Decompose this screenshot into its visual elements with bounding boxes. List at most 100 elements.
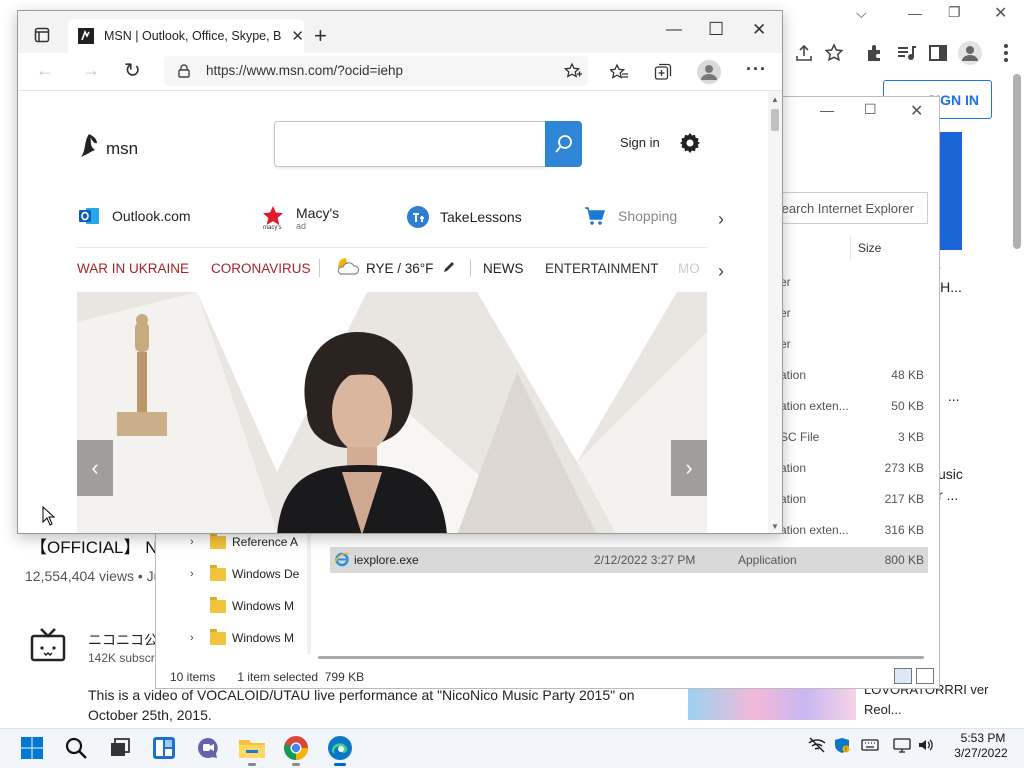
size-column-header[interactable]: Size bbox=[858, 241, 881, 255]
hero-prev-button[interactable]: ‹ bbox=[77, 440, 113, 496]
gear-icon[interactable] bbox=[678, 131, 702, 155]
add-favorite-icon[interactable] bbox=[564, 62, 582, 80]
niconico-channel-avatar[interactable] bbox=[28, 626, 68, 666]
explorer-search-input[interactable]: Search Internet Explorer bbox=[762, 192, 928, 224]
security-shield-icon[interactable]: ! bbox=[833, 737, 851, 753]
large-icons-view-icon[interactable] bbox=[916, 668, 934, 684]
address-bar[interactable]: https://www.msn.com/?ocid=iehp bbox=[164, 56, 588, 86]
nav-entertainment[interactable]: ENTERTAINMENT bbox=[545, 261, 659, 276]
forward-icon[interactable]: → bbox=[82, 60, 100, 81]
nav-coronavirus[interactable]: CORONAVIRUS bbox=[211, 261, 311, 276]
scroll-down-icon[interactable]: ▼ bbox=[771, 522, 779, 531]
status-bar: 10 items 1 item selected 799 KB bbox=[170, 670, 364, 684]
chevron-down-icon[interactable]: ⌵ bbox=[856, 5, 867, 22]
volume-icon[interactable] bbox=[917, 737, 935, 753]
nav-war-in-ukraine[interactable]: WAR IN UKRAINE bbox=[77, 261, 189, 276]
side-panel-icon[interactable] bbox=[927, 42, 949, 64]
chevron-right-icon[interactable]: › bbox=[718, 209, 724, 230]
edge-browser-window: MSN | Outlook, Office, Skype, Bin ✕ + — … bbox=[17, 10, 783, 534]
page-scrollbar[interactable]: ▲ ▼ bbox=[768, 91, 782, 533]
minimize-icon[interactable]: — bbox=[908, 5, 922, 21]
lock-icon[interactable] bbox=[178, 64, 190, 78]
teams-chat-button[interactable] bbox=[192, 732, 224, 764]
horizontal-scrollbar[interactable] bbox=[318, 656, 924, 659]
clock-date[interactable]: 3/27/2022 bbox=[946, 746, 1016, 760]
display-icon[interactable] bbox=[893, 737, 911, 753]
refresh-icon[interactable]: ↻ bbox=[124, 58, 141, 83]
minimize-icon[interactable]: — bbox=[666, 21, 682, 39]
collections-icon[interactable] bbox=[654, 63, 672, 81]
msn-butterfly-icon[interactable] bbox=[78, 131, 100, 159]
msn-search-input[interactable] bbox=[274, 121, 546, 167]
explorer-close-icon[interactable]: ✕ bbox=[910, 101, 923, 121]
chevron-right-icon[interactable]: › bbox=[190, 568, 204, 580]
quick-link-label: Shopping bbox=[618, 208, 678, 224]
clock-time[interactable]: 5:53 PM bbox=[958, 731, 1008, 745]
chrome-taskbar-button[interactable] bbox=[280, 732, 312, 766]
msn-logo-text[interactable]: msn bbox=[106, 139, 138, 159]
tab-close-icon[interactable]: ✕ bbox=[291, 27, 304, 45]
details-view-icon[interactable] bbox=[894, 668, 912, 684]
msn-search-button[interactable] bbox=[545, 121, 582, 167]
tree-item[interactable]: Windows M bbox=[190, 596, 294, 616]
weather-text[interactable]: RYE / 36°F bbox=[366, 261, 433, 276]
back-icon[interactable]: ← bbox=[36, 60, 54, 81]
view-count: 12,554,404 views • Ju bbox=[25, 568, 162, 584]
file-explorer-taskbar-button[interactable] bbox=[236, 732, 268, 766]
tree-item[interactable]: › Windows De bbox=[190, 564, 299, 584]
nav-news[interactable]: NEWS bbox=[483, 261, 524, 276]
profile-avatar-icon[interactable] bbox=[957, 40, 983, 66]
tree-scrollbar[interactable] bbox=[307, 534, 311, 654]
chevron-right-icon[interactable]: › bbox=[190, 536, 204, 548]
extensions-icon[interactable] bbox=[863, 42, 885, 64]
active-tab[interactable]: MSN | Outlook, Office, Skype, Bin ✕ bbox=[68, 19, 304, 53]
profile-icon[interactable] bbox=[696, 59, 722, 85]
tree-item[interactable]: › Reference A bbox=[190, 532, 298, 552]
file-name: iexplore.exe bbox=[354, 553, 419, 567]
network-disconnected-icon[interactable] bbox=[808, 737, 826, 753]
weather-partly-cloudy-icon[interactable] bbox=[332, 254, 360, 278]
favorites-icon[interactable] bbox=[610, 63, 628, 81]
explorer-minimize-icon[interactable]: — bbox=[820, 102, 834, 118]
msn-favicon-icon bbox=[78, 28, 94, 44]
tab-actions-icon[interactable] bbox=[34, 27, 50, 43]
file-explorer-icon bbox=[239, 740, 265, 758]
close-icon[interactable]: ✕ bbox=[752, 20, 766, 40]
chrome-menu-icon[interactable] bbox=[995, 42, 1017, 64]
msn-sign-in-link[interactable]: Sign in bbox=[620, 135, 660, 150]
chevron-right-icon[interactable]: › bbox=[718, 261, 724, 282]
keyboard-icon[interactable] bbox=[861, 737, 879, 753]
restore-icon[interactable]: ❐ bbox=[948, 4, 961, 21]
more-options-icon[interactable]: ··· bbox=[746, 59, 767, 80]
edge-taskbar-button[interactable] bbox=[324, 732, 356, 766]
scroll-up-icon[interactable]: ▲ bbox=[771, 95, 779, 104]
task-view-button[interactable] bbox=[104, 732, 136, 764]
close-icon[interactable]: ✕ bbox=[994, 3, 1007, 23]
scroll-thumb[interactable] bbox=[771, 109, 779, 131]
nav-more[interactable]: MO bbox=[678, 261, 700, 276]
file-size: 3 KB bbox=[897, 430, 924, 444]
search-icon bbox=[65, 737, 87, 759]
recommended-video-thumbnail[interactable] bbox=[688, 688, 856, 720]
bookmark-star-icon[interactable] bbox=[823, 42, 845, 64]
youtube-scroll-thumb[interactable] bbox=[1013, 74, 1021, 249]
quick-link-macys[interactable]: macy's Macy's ad bbox=[262, 205, 339, 231]
edit-pencil-icon[interactable] bbox=[442, 260, 456, 274]
explorer-maximize-icon[interactable]: ☐ bbox=[864, 101, 877, 118]
quick-link-shopping[interactable]: Shopping bbox=[584, 205, 677, 227]
widgets-button[interactable] bbox=[148, 732, 180, 764]
quick-link-outlook[interactable]: Outlook.com bbox=[78, 205, 191, 227]
start-button[interactable] bbox=[16, 732, 48, 764]
new-tab-icon[interactable]: + bbox=[314, 23, 327, 49]
taskbar-search-button[interactable] bbox=[60, 732, 92, 764]
hero-image[interactable]: ‹ › bbox=[77, 292, 707, 533]
chevron-right-icon[interactable]: › bbox=[190, 632, 204, 644]
quick-link-takelessons[interactable]: TakeLessons bbox=[406, 205, 522, 229]
recommended-thumbnail[interactable] bbox=[940, 132, 962, 250]
maximize-icon[interactable]: ☐ bbox=[708, 19, 724, 40]
hero-next-button[interactable]: › bbox=[671, 440, 707, 496]
share-icon[interactable] bbox=[793, 42, 815, 64]
media-control-icon[interactable] bbox=[895, 42, 917, 64]
tree-item[interactable]: › Windows M bbox=[190, 628, 294, 648]
channel-name[interactable]: ニコニコ公 bbox=[88, 630, 158, 650]
